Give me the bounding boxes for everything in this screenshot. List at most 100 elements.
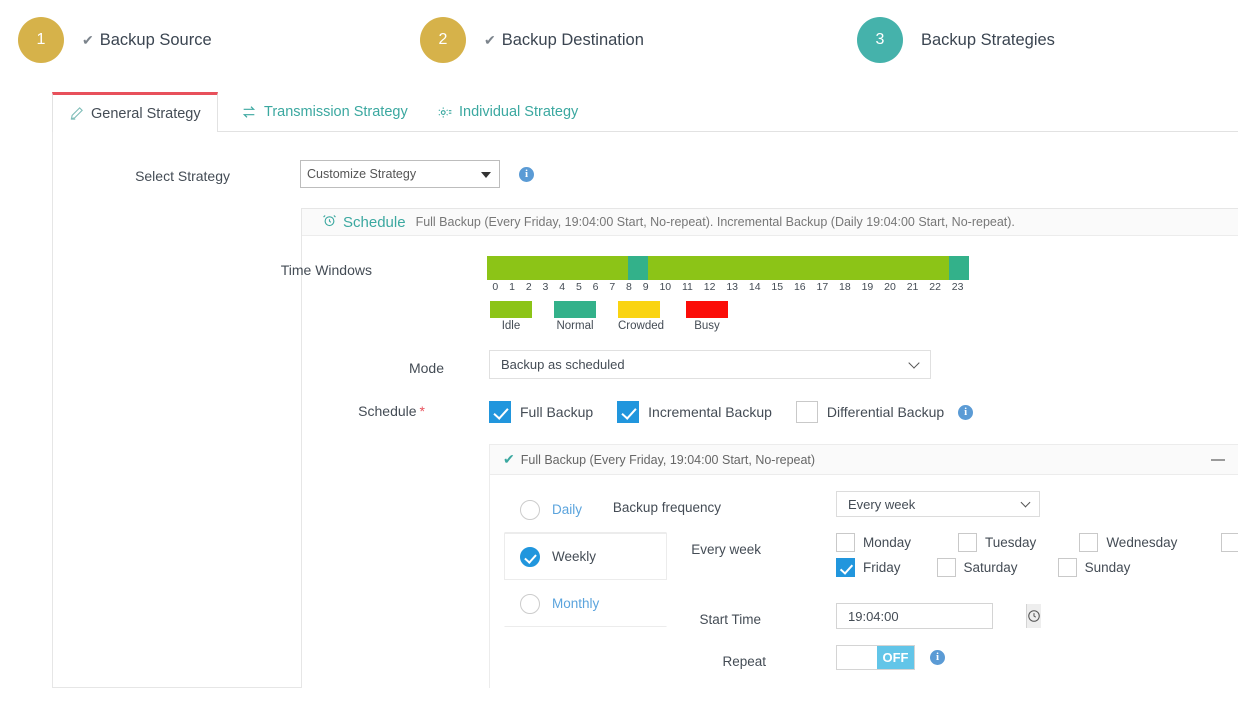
checkbox-saturday[interactable] <box>936 558 956 577</box>
checkbox-thursday[interactable] <box>1221 533 1238 552</box>
time-window-hour-3[interactable] <box>547 256 568 280</box>
weekday-option-friday[interactable]: Friday <box>836 558 937 577</box>
legend-swatch <box>490 301 532 318</box>
step-title: Backup Destination <box>501 30 644 49</box>
time-window-hour-19[interactable] <box>868 256 889 280</box>
step-label: ✔ Backup Destination <box>484 31 644 50</box>
checkbox-tuesday[interactable] <box>958 533 978 552</box>
hour-tick-label: 9 <box>642 281 649 293</box>
start-time-field[interactable] <box>836 603 1041 629</box>
step-number-badge: 1 <box>18 17 64 63</box>
time-window-hour-14[interactable] <box>768 256 789 280</box>
chevron-down-icon <box>1020 497 1031 508</box>
step-label: Backup Strategies <box>921 31 1055 50</box>
time-window-hour-17[interactable] <box>828 256 849 280</box>
tab-transmission-strategy[interactable]: Transmission Strategy <box>225 92 424 132</box>
weekday-option-saturday[interactable]: Saturday <box>936 558 1058 577</box>
toggle-knob <box>837 646 877 669</box>
time-windows-label: Time Windows <box>280 262 372 278</box>
time-window-hour-10[interactable] <box>687 256 708 280</box>
select-strategy-dropdown[interactable]: Customize Strategy <box>300 160 500 188</box>
checkbox-friday[interactable] <box>836 558 855 577</box>
checkbox-differential-backup[interactable] <box>795 401 818 423</box>
radio-option-monthly[interactable]: Monthly <box>504 580 667 627</box>
time-window-hour-16[interactable] <box>808 256 829 280</box>
time-window-hour-0[interactable] <box>487 256 508 280</box>
radio-option-label: Monthly <box>552 596 600 611</box>
time-window-hour-12[interactable] <box>727 256 749 280</box>
radio-indicator <box>520 499 540 520</box>
check-icon: ✔ <box>82 32 94 48</box>
time-window-hour-2[interactable] <box>527 256 548 280</box>
checkbox-label-monday: Monday <box>863 535 912 550</box>
time-window-hour-15[interactable] <box>788 256 809 280</box>
hour-tick-label: 8 <box>626 281 632 293</box>
wizard-step-backup-destination[interactable]: 2 ✔ Backup Destination <box>420 17 644 63</box>
checkbox-label-saturday: Saturday <box>963 560 1018 575</box>
time-windows-bar[interactable] <box>487 256 969 280</box>
time-window-hour-7[interactable] <box>627 256 648 280</box>
time-window-hour-22[interactable] <box>928 256 949 280</box>
checkbox-incremental-backup[interactable] <box>617 401 640 423</box>
schedule-section-header: Schedule Full Backup (Every Friday, 19:0… <box>302 209 1238 236</box>
tab-label: Transmission Strategy <box>264 104 408 120</box>
checkbox-sunday[interactable] <box>1057 558 1077 577</box>
start-time-input[interactable] <box>837 607 1026 625</box>
minus-icon[interactable] <box>1211 459 1225 461</box>
tab-label: Individual Strategy <box>459 104 579 120</box>
legend-label: Idle <box>501 320 521 332</box>
full-backup-header-text: Full Backup (Every Friday, 19:04:00 Star… <box>520 452 816 467</box>
clock-icon[interactable] <box>1026 604 1041 628</box>
time-window-hour-18[interactable] <box>848 256 869 280</box>
radio-option-label: Weekly <box>552 549 597 564</box>
weekday-option-monday[interactable]: Monday <box>836 533 958 552</box>
tab-individual-strategy[interactable]: Individual Strategy <box>421 92 594 132</box>
legend-item-crowded: Crowded <box>618 301 664 332</box>
time-window-hour-23[interactable] <box>948 256 969 280</box>
time-window-hour-8[interactable] <box>647 256 668 280</box>
weekday-option-tuesday[interactable]: Tuesday <box>958 533 1079 552</box>
info-icon[interactable]: i <box>958 404 974 420</box>
hour-tick-label: 21 <box>906 281 919 293</box>
mode-value: Backup as scheduled <box>501 357 625 372</box>
tab-label: General Strategy <box>91 105 201 122</box>
time-window-hour-6[interactable] <box>607 256 628 280</box>
time-window-hour-21[interactable] <box>908 256 929 280</box>
time-window-hour-5[interactable] <box>587 256 608 280</box>
legend-item-busy: Busy <box>686 301 729 332</box>
time-window-hour-13[interactable] <box>748 256 769 280</box>
schedule-summary: Full Backup (Every Friday, 19:04:00 Star… <box>415 215 1015 229</box>
step-label: ✔ Backup Source <box>82 31 212 50</box>
weekday-option-sunday[interactable]: Sunday <box>1057 558 1149 577</box>
mode-dropdown[interactable]: Backup as scheduled <box>489 350 931 379</box>
weekday-option-wednesday[interactable]: Wednesday <box>1079 533 1221 552</box>
repeat-toggle[interactable]: OFF <box>836 645 915 670</box>
step-title: Backup Strategies <box>921 30 1055 49</box>
time-window-hour-1[interactable] <box>507 256 528 280</box>
checkbox-full-backup[interactable] <box>489 401 511 423</box>
wizard-step-backup-strategies[interactable]: 3 Backup Strategies <box>857 17 1055 63</box>
time-window-hour-4[interactable] <box>567 256 588 280</box>
checkbox-monday[interactable] <box>836 533 855 552</box>
hour-tick-label: 23 <box>951 281 964 293</box>
legend-swatch <box>554 301 596 318</box>
wizard-step-backup-source[interactable]: 1 ✔ Backup Source <box>18 17 212 63</box>
hour-tick-label: 10 <box>659 281 672 293</box>
time-window-hour-20[interactable] <box>888 256 909 280</box>
backup-frequency-dropdown[interactable]: Every week <box>836 491 1040 517</box>
hour-tick-label: 6 <box>592 281 599 293</box>
repeat-label: Repeat <box>722 654 766 669</box>
full-backup-header: ✔ Full Backup (Every Friday, 19:04:00 St… <box>490 445 1238 475</box>
info-icon[interactable]: i <box>519 167 534 182</box>
time-window-hour-11[interactable] <box>707 256 728 280</box>
checkbox-label-friday: Friday <box>863 560 901 575</box>
every-week-label: Every week <box>691 542 761 557</box>
time-window-hour-9[interactable] <box>667 256 688 280</box>
weekday-option-thursday[interactable]: Thursday <box>1221 533 1238 552</box>
info-icon[interactable]: i <box>930 650 945 665</box>
tab-general-strategy[interactable]: General Strategy <box>52 92 218 133</box>
select-strategy-value: Customize Strategy <box>307 167 417 181</box>
schedule-title: Schedule <box>343 213 406 231</box>
checkbox-wednesday[interactable] <box>1079 533 1099 552</box>
legend-label: Crowded <box>618 320 665 332</box>
